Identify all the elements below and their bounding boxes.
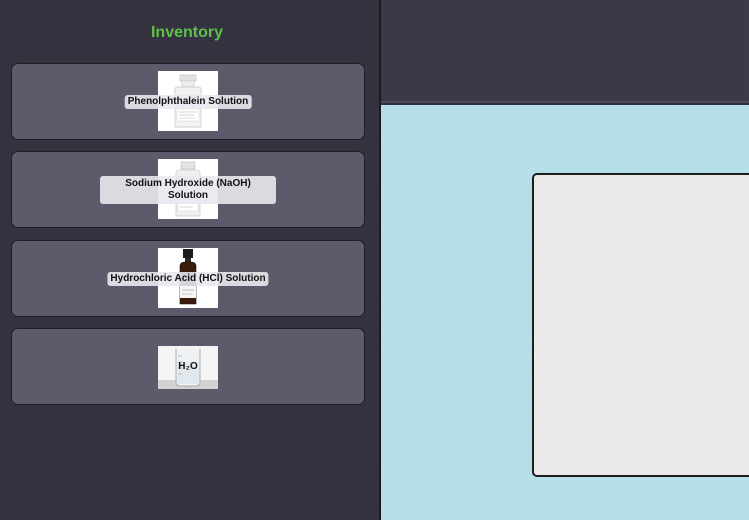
inventory-item-label: Hydrochloric Acid (HCl) Solution [107, 271, 269, 286]
inventory-item-label: H₂O [178, 360, 198, 372]
top-toolbar-area [381, 0, 749, 103]
inventory-item-water[interactable]: H₂O [11, 328, 365, 405]
inventory-item-label: Phenolphthalein Solution [124, 94, 252, 109]
inventory-item-sodium-hydroxide[interactable]: Sodium Hydroxide (NaOH) Solution [11, 151, 365, 228]
inventory-item-hydrochloric-acid[interactable]: Hydrochloric Acid (HCl) Solution [11, 240, 365, 317]
inventory-item-label: Sodium Hydroxide (NaOH) Solution [100, 175, 276, 204]
lab-bench-panel[interactable] [532, 173, 749, 477]
inventory-item-phenolphthalein[interactable]: Phenolphthalein Solution [11, 63, 365, 140]
inventory-title: Inventory [150, 24, 223, 41]
inventory-sidebar: Inventory Phenolphthalein Solution Sodiu… [0, 0, 379, 520]
